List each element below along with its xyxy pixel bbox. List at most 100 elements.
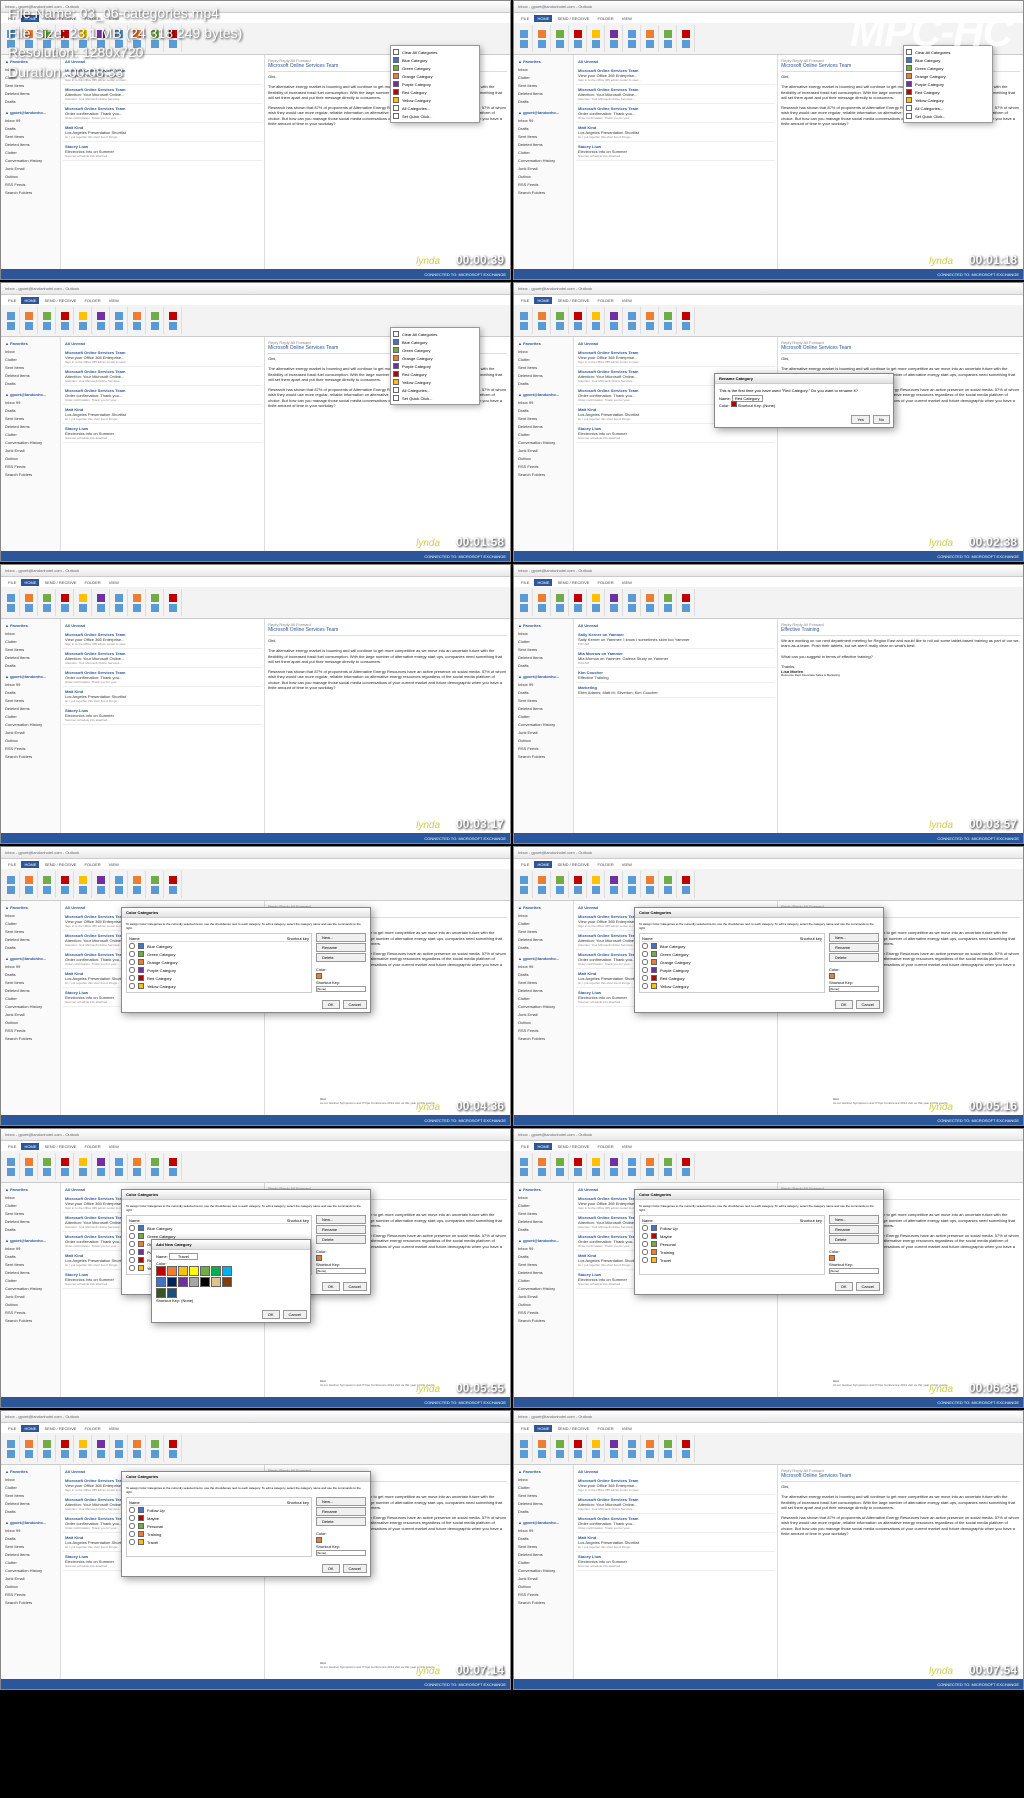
- status-bar: CONNECTED TO: MICROSOFT EXCHANGE: [1, 833, 510, 843]
- ribbon-tabs[interactable]: FILEHOMESEND / RECEIVEFOLDERVIEW: [1, 295, 510, 305]
- message-list[interactable]: All UnreadMicrosoft Online Services Team…: [61, 337, 265, 551]
- window-titlebar: Inbox - gpoet@landonhotel.com - Outlook: [1, 1129, 510, 1141]
- video-timestamp: 00:03:17: [456, 817, 504, 831]
- ribbon-toolbar[interactable]: [514, 869, 1023, 901]
- window-titlebar: Inbox - gpoet@landonhotel.com - Outlook: [1, 1411, 510, 1423]
- ribbon-tabs[interactable]: FILEHOMESEND / RECEIVEFOLDERVIEW: [1, 859, 510, 869]
- video-thumbnail: Inbox - gpoet@landonhotel.com - Outlook …: [0, 846, 511, 1126]
- player-watermark: MPC-HC: [850, 8, 1012, 56]
- ribbon-tabs[interactable]: FILEHOMESEND / RECEIVEFOLDERVIEW: [514, 859, 1023, 869]
- lynda-watermark: lynda: [416, 1666, 440, 1677]
- lynda-watermark: lynda: [416, 1384, 440, 1395]
- navigation-pane[interactable]: ▲ FavoritesInboxClutterSent ItemsDeleted…: [1, 619, 61, 833]
- lynda-watermark: lynda: [929, 256, 953, 267]
- video-thumbnail: Inbox - gpoet@landonhotel.com - Outlook …: [0, 564, 511, 844]
- window-titlebar: Inbox - gpoet@landonhotel.com - Outlook: [514, 565, 1023, 577]
- navigation-pane[interactable]: ▲ FavoritesInboxClutterSent ItemsDeleted…: [1, 337, 61, 551]
- window-titlebar: Inbox - gpoet@landonhotel.com - Outlook: [514, 847, 1023, 859]
- navigation-pane[interactable]: ▲ FavoritesInboxClutterSent ItemsDeleted…: [514, 337, 574, 551]
- status-bar: CONNECTED TO: MICROSOFT EXCHANGE: [514, 269, 1023, 279]
- ribbon-tabs[interactable]: FILEHOMESEND / RECEIVEFOLDERVIEW: [514, 577, 1023, 587]
- navigation-pane[interactable]: ▲ FavoritesInboxClutterSent ItemsDeleted…: [1, 55, 61, 269]
- message-list[interactable]: All UnreadMicrosoft Online Services Team…: [574, 337, 778, 551]
- navigation-pane[interactable]: ▲ FavoritesInboxClutterSent ItemsDeleted…: [514, 1465, 574, 1679]
- reading-pane: Reply Reply All ForwardMicrosoft Online …: [778, 337, 1023, 551]
- ribbon-toolbar[interactable]: [514, 587, 1023, 619]
- status-bar: CONNECTED TO: MICROSOFT EXCHANGE: [514, 1115, 1023, 1125]
- reading-pane: Reply Reply All ForwardEffective Trainin…: [778, 619, 1023, 833]
- message-list[interactable]: All UnreadMicrosoft Online Services Team…: [61, 619, 265, 833]
- video-timestamp: 00:06:35: [969, 1381, 1017, 1395]
- ribbon-toolbar[interactable]: [1, 1433, 510, 1465]
- reading-pane: Reply Reply All ForwardMicrosoft Online …: [778, 1465, 1023, 1679]
- lynda-watermark: lynda: [929, 1102, 953, 1113]
- ribbon-toolbar[interactable]: [1, 587, 510, 619]
- message-list[interactable]: All UnreadMicrosoft Online Services Team…: [61, 55, 265, 269]
- window-titlebar: Inbox - gpoet@landonhotel.com - Outlook: [514, 283, 1023, 295]
- lynda-watermark: lynda: [416, 820, 440, 831]
- navigation-pane[interactable]: ▲ FavoritesInboxClutterSent ItemsDeleted…: [1, 1183, 61, 1397]
- video-timestamp: 00:02:38: [969, 535, 1017, 549]
- status-bar: CONNECTED TO: MICROSOFT EXCHANGE: [1, 1115, 510, 1125]
- video-thumbnail: Inbox - gpoet@landonhotel.com - Outlook …: [0, 1410, 511, 1690]
- window-titlebar: Inbox - gpoet@landonhotel.com - Outlook: [1, 283, 510, 295]
- ribbon-tabs[interactable]: FILEHOMESEND / RECEIVEFOLDERVIEW: [1, 1141, 510, 1151]
- status-bar: CONNECTED TO: MICROSOFT EXCHANGE: [1, 1679, 510, 1689]
- video-timestamp: 00:04:36: [456, 1099, 504, 1113]
- video-timestamp: 00:01:18: [969, 253, 1017, 267]
- window-titlebar: Inbox - gpoet@landonhotel.com - Outlook: [1, 847, 510, 859]
- window-titlebar: Inbox - gpoet@landonhotel.com - Outlook: [514, 1129, 1023, 1141]
- ribbon-tabs[interactable]: FILEHOMESEND / RECEIVEFOLDERVIEW: [514, 1423, 1023, 1433]
- ribbon-toolbar[interactable]: [514, 1433, 1023, 1465]
- window-titlebar: Inbox - gpoet@landonhotel.com - Outlook: [514, 1411, 1023, 1423]
- navigation-pane[interactable]: ▲ FavoritesInboxClutterSent ItemsDeleted…: [514, 55, 574, 269]
- status-bar: CONNECTED TO: MICROSOFT EXCHANGE: [514, 833, 1023, 843]
- ribbon-toolbar[interactable]: [1, 869, 510, 901]
- video-timestamp: 00:00:39: [456, 253, 504, 267]
- ribbon-tabs[interactable]: FILEHOMESEND / RECEIVEFOLDERVIEW: [1, 1423, 510, 1433]
- video-timestamp: 00:05:16: [969, 1099, 1017, 1113]
- lynda-watermark: lynda: [416, 538, 440, 549]
- message-list[interactable]: All UnreadMicrosoft Online Services Team…: [574, 55, 778, 269]
- lynda-watermark: lynda: [929, 1666, 953, 1677]
- video-thumbnail: Inbox - gpoet@landonhotel.com - Outlook …: [513, 1410, 1024, 1690]
- lynda-watermark: lynda: [416, 1102, 440, 1113]
- video-thumbnail: Inbox - gpoet@landonhotel.com - Outlook …: [513, 282, 1024, 562]
- video-timestamp: 00:01:58: [456, 535, 504, 549]
- video-timestamp: 00:03:57: [969, 817, 1017, 831]
- video-timestamp: 00:05:55: [456, 1381, 504, 1395]
- status-bar: CONNECTED TO: MICROSOFT EXCHANGE: [1, 551, 510, 561]
- thumbnail-grid: Inbox - gpoet@landonhotel.com - Outlook …: [0, 0, 1024, 1690]
- lynda-watermark: lynda: [416, 256, 440, 267]
- lynda-watermark: lynda: [929, 1384, 953, 1395]
- status-bar: CONNECTED TO: MICROSOFT EXCHANGE: [514, 1397, 1023, 1407]
- navigation-pane[interactable]: ▲ FavoritesInboxClutterSent ItemsDeleted…: [514, 901, 574, 1115]
- status-bar: CONNECTED TO: MICROSOFT EXCHANGE: [1, 269, 510, 279]
- lynda-watermark: lynda: [929, 820, 953, 831]
- video-thumbnail: Inbox - gpoet@landonhotel.com - Outlook …: [0, 1128, 511, 1408]
- video-thumbnail: Inbox - gpoet@landonhotel.com - Outlook …: [513, 846, 1024, 1126]
- video-thumbnail: Inbox - gpoet@landonhotel.com - Outlook …: [0, 282, 511, 562]
- lynda-watermark: lynda: [929, 538, 953, 549]
- ribbon-tabs[interactable]: FILEHOMESEND / RECEIVEFOLDERVIEW: [514, 295, 1023, 305]
- ribbon-toolbar[interactable]: [1, 1151, 510, 1183]
- navigation-pane[interactable]: ▲ FavoritesInboxClutterSent ItemsDeleted…: [1, 1465, 61, 1679]
- ribbon-toolbar[interactable]: [514, 1151, 1023, 1183]
- file-info-overlay: File Name: 03_06-categories.mp4 File Siz…: [8, 4, 242, 82]
- ribbon-toolbar[interactable]: [514, 305, 1023, 337]
- ribbon-tabs[interactable]: FILEHOMESEND / RECEIVEFOLDERVIEW: [1, 577, 510, 587]
- message-list[interactable]: All UnreadMicrosoft Online Services Team…: [574, 1465, 778, 1679]
- status-bar: CONNECTED TO: MICROSOFT EXCHANGE: [1, 1397, 510, 1407]
- navigation-pane[interactable]: ▲ FavoritesInboxClutterSent ItemsDeleted…: [514, 619, 574, 833]
- video-thumbnail: Inbox - gpoet@landonhotel.com - Outlook …: [513, 1128, 1024, 1408]
- video-timestamp: 00:07:54: [969, 1663, 1017, 1677]
- navigation-pane[interactable]: ▲ FavoritesInboxClutterSent ItemsDeleted…: [514, 1183, 574, 1397]
- navigation-pane[interactable]: ▲ FavoritesInboxClutterSent ItemsDeleted…: [1, 901, 61, 1115]
- window-titlebar: Inbox - gpoet@landonhotel.com - Outlook: [1, 565, 510, 577]
- video-timestamp: 00:07:14: [456, 1663, 504, 1677]
- status-bar: CONNECTED TO: MICROSOFT EXCHANGE: [514, 551, 1023, 561]
- ribbon-tabs[interactable]: FILEHOMESEND / RECEIVEFOLDERVIEW: [514, 1141, 1023, 1151]
- message-list[interactable]: All UnreadSally Kerner on YammerSally Ke…: [574, 619, 778, 833]
- status-bar: CONNECTED TO: MICROSOFT EXCHANGE: [514, 1679, 1023, 1689]
- reading-pane: Reply Reply All ForwardMicrosoft Online …: [265, 619, 510, 833]
